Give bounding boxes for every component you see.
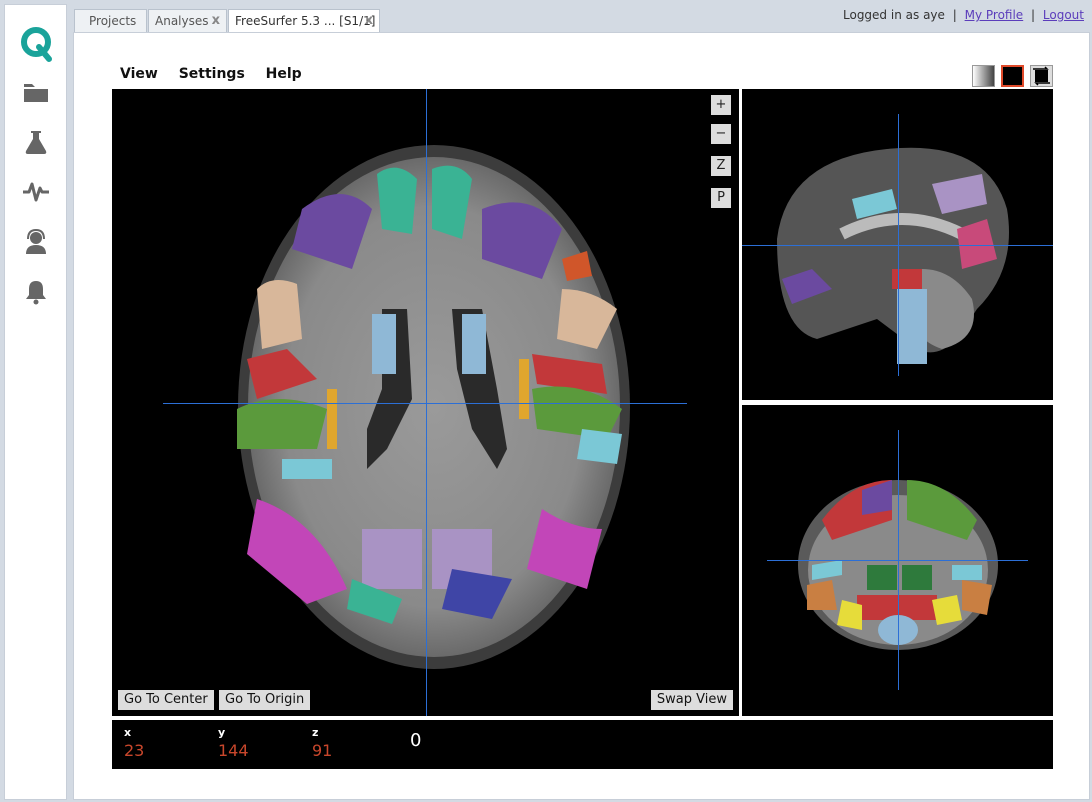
close-icon[interactable]: x — [212, 13, 220, 28]
tab-freesurfer[interactable]: FreeSurfer 5.3 ... [S1/1] x — [228, 9, 380, 33]
menu-view[interactable]: View — [120, 66, 158, 82]
coord-y: y 144 — [218, 726, 249, 760]
go-to-origin-button[interactable]: Go To Origin — [219, 690, 311, 710]
swap-layout-icon[interactable] — [1030, 65, 1053, 87]
coronal-viewer[interactable] — [742, 405, 1053, 716]
sagittal-viewer[interactable] — [742, 89, 1053, 400]
crosshair-horizontal — [163, 403, 687, 404]
intensity-value: 0 — [410, 730, 422, 751]
separator: | — [952, 8, 957, 22]
user-bar: Logged in as aye | My Profile | Logout — [843, 8, 1084, 22]
bell-icon[interactable] — [21, 277, 51, 307]
tab-label: Projects — [89, 14, 137, 28]
username: aye — [923, 8, 945, 22]
coordinates-bar: x 23 y 144 z 91 0 — [112, 720, 1053, 769]
coord-y-value: 144 — [218, 741, 249, 760]
zoom-out-button[interactable]: − — [711, 124, 731, 144]
swap-view-button[interactable]: Swap View — [650, 690, 733, 710]
my-profile-link[interactable]: My Profile — [965, 8, 1024, 22]
coord-x-value: 23 — [124, 741, 145, 760]
logout-link[interactable]: Logout — [1043, 8, 1084, 22]
tab-label: FreeSurfer 5.3 ... [S1/1] — [235, 14, 376, 28]
coord-z-value: 91 — [312, 741, 333, 760]
viewer-menubar: View Settings Help — [120, 66, 318, 82]
zoom-in-button[interactable]: + — [711, 95, 731, 115]
coord-x: x 23 — [124, 726, 144, 760]
flask-icon[interactable] — [21, 127, 51, 157]
folder-icon[interactable] — [21, 77, 51, 107]
coord-x-label: x — [124, 726, 132, 739]
logged-in-label: Logged in as — [843, 8, 920, 22]
menu-settings[interactable]: Settings — [179, 66, 245, 82]
tab-label: Analyses — [155, 14, 209, 28]
view-mode-buttons — [972, 65, 1053, 87]
grayscale-gradient-icon[interactable] — [972, 65, 995, 87]
tab-analyses[interactable]: Analyses x — [148, 9, 227, 32]
coord-y-label: y — [218, 726, 226, 739]
black-background-icon[interactable] — [1001, 65, 1024, 87]
coord-z-label: z — [312, 726, 319, 739]
coord-z: z 91 — [312, 726, 332, 760]
p-button[interactable]: P — [711, 188, 731, 208]
tab-projects[interactable]: Projects — [74, 9, 147, 32]
left-sidebar — [4, 4, 67, 800]
support-agent-icon[interactable] — [21, 227, 51, 257]
crosshair-horizontal — [767, 560, 1028, 561]
q-logo[interactable] — [19, 25, 55, 63]
z-button[interactable]: Z — [711, 156, 731, 176]
close-icon[interactable]: x — [365, 13, 373, 28]
go-to-center-button[interactable]: Go To Center — [118, 690, 214, 710]
separator: | — [1031, 8, 1036, 22]
menu-help[interactable]: Help — [266, 66, 302, 82]
crosshair-horizontal — [742, 245, 1053, 246]
activity-pulse-icon[interactable] — [21, 177, 51, 207]
axial-viewer[interactable]: + − Z P Go To Center Go To Origin Swap V… — [112, 89, 739, 716]
